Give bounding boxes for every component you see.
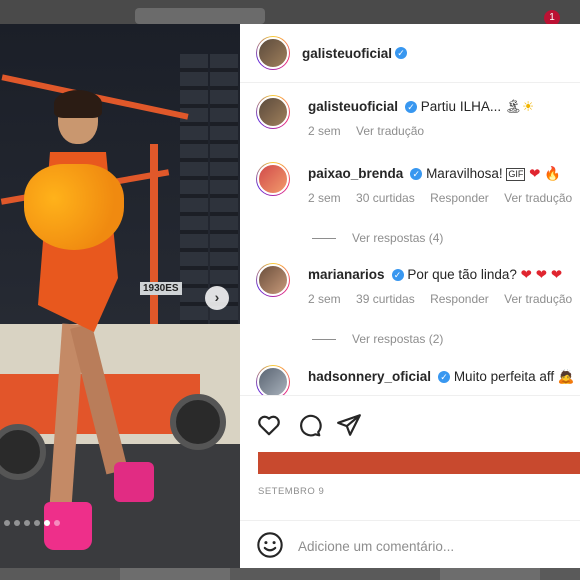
background-thumbnails: [0, 568, 580, 580]
post-header: galisteuoficial ✓: [240, 24, 580, 83]
comment-meta: 2 sem 30 curtidas Responder Ver tradução: [308, 191, 580, 205]
chevron-right-icon[interactable]: ›: [205, 286, 229, 310]
comment-likes[interactable]: 39 curtidas: [356, 292, 415, 306]
post-date: SETEMBRO 9: [258, 486, 325, 497]
carousel-dot: [24, 520, 30, 526]
carousel-dot: [4, 520, 10, 526]
carousel-dot: [54, 520, 60, 526]
view-replies-label: Ver respostas (2): [352, 332, 444, 346]
caption-text-row: galisteuoficial ✓ Partiu ILHA... 🏝☀: [308, 99, 580, 115]
heart-emoji-icon: ❤: [550, 267, 563, 282]
comment-time: 2 sem: [308, 292, 341, 306]
comment-time: 2 sem: [308, 191, 341, 205]
heart-emoji-icon: ❤: [535, 267, 548, 282]
commenter-avatar[interactable]: [256, 365, 290, 395]
comment-translate-link[interactable]: Ver tradução: [504, 292, 572, 306]
comment-text-row: marianarios ✓ Por que tão linda? ❤ ❤ ❤: [308, 267, 580, 283]
gif-emoji-icon: GIF: [506, 167, 526, 181]
fire-emoji-icon: 🔥: [544, 166, 562, 181]
verified-badge-icon: ✓: [410, 168, 423, 181]
author-username[interactable]: galisteuoficial: [302, 46, 392, 61]
author-avatar[interactable]: [256, 36, 290, 70]
background-thumbnail: [440, 568, 540, 580]
post-actions: [240, 395, 580, 452]
commenter-avatar[interactable]: [256, 263, 290, 297]
background-search-bar: [135, 8, 265, 24]
carousel-dot: [34, 520, 40, 526]
comment-text: Muito perfeita aff: [453, 369, 555, 384]
photo-model-shoe: [114, 462, 154, 502]
comment-input[interactable]: [296, 535, 570, 557]
caption-time: 2 sem: [308, 124, 341, 138]
person-emoji-icon: 🙇: [557, 369, 575, 384]
verified-badge-icon: ✓: [391, 269, 404, 282]
photo-model: [18, 90, 154, 554]
carousel-dot: [44, 520, 50, 526]
heart-icon[interactable]: [256, 412, 282, 438]
commenter-avatar[interactable]: [256, 162, 290, 196]
comment-text: Maravilhosa!: [426, 166, 503, 181]
island-emoji-icon: 🏝: [504, 99, 522, 114]
post-side-panel: galisteuoficial ✓ galisteuoficial ✓ Parti…: [240, 24, 580, 568]
photo-lift-sign: 1930ES: [140, 282, 182, 295]
replies-divider: [312, 238, 336, 240]
photo-equipment-rack: [180, 54, 208, 354]
caption-text: Partiu ILHA...: [420, 99, 502, 114]
verified-badge-icon: ✓: [395, 47, 408, 59]
carousel-dots: [4, 520, 60, 526]
view-replies-link[interactable]: Ver respostas (4): [312, 231, 443, 245]
comment-meta: 2 sem 39 curtidas Responder Ver tradução: [308, 292, 580, 306]
caption-avatar[interactable]: [256, 95, 290, 129]
comment-text-row: paixao_brenda ✓ Maravilhosa! GIF ❤ 🔥: [308, 166, 580, 182]
commenter-username[interactable]: marianarios: [308, 267, 385, 282]
comments-list: galisteuoficial ✓ Partiu ILHA... 🏝☀ 2 sem…: [240, 83, 580, 395]
heart-emoji-icon: ❤: [529, 166, 541, 181]
background-thumbnail: [120, 568, 230, 580]
sun-emoji-icon: ☀: [522, 99, 535, 114]
replies-divider: [312, 339, 336, 341]
background-header: 1: [0, 0, 580, 26]
carousel-dot: [14, 520, 20, 526]
commenter-username[interactable]: hadsonnery_oficial: [308, 369, 431, 384]
send-icon[interactable]: [336, 412, 362, 438]
photo-model-shoe: [44, 502, 92, 550]
promo-banner: [258, 452, 580, 474]
post-modal: 1930ES › galisteuoficial ✓ galisteuofici…: [0, 24, 580, 568]
photo-model-hair: [54, 90, 102, 118]
smile-icon[interactable]: [256, 531, 284, 559]
comment-translate-link[interactable]: Ver tradução: [504, 191, 572, 205]
heart-emoji-icon: ❤: [520, 267, 532, 282]
view-replies-link[interactable]: Ver respostas (2): [312, 332, 443, 346]
caption-translate-link[interactable]: Ver tradução: [356, 124, 424, 138]
post-photo: 1930ES ›: [0, 24, 240, 568]
comment-composer: [240, 520, 580, 569]
photo-model-feathers: [24, 164, 124, 250]
comment-text-row: hadsonnery_oficial ✓ Muito perfeita aff 🙇: [308, 369, 580, 385]
comment-text: Por que tão linda?: [407, 267, 517, 282]
comment-icon[interactable]: [296, 412, 322, 438]
verified-badge-icon: ✓: [438, 371, 451, 384]
commenter-username[interactable]: paixao_brenda: [308, 166, 403, 181]
comment-likes[interactable]: 30 curtidas: [356, 191, 415, 205]
photo-wheel: [170, 394, 226, 450]
comment-reply-link[interactable]: Responder: [430, 292, 489, 306]
comment-reply-link[interactable]: Responder: [430, 191, 489, 205]
view-replies-label: Ver respostas (4): [352, 231, 444, 245]
caption-meta: 2 sem Ver tradução: [308, 124, 580, 138]
caption-username[interactable]: galisteuoficial: [308, 99, 398, 114]
verified-badge-icon: ✓: [405, 101, 418, 114]
